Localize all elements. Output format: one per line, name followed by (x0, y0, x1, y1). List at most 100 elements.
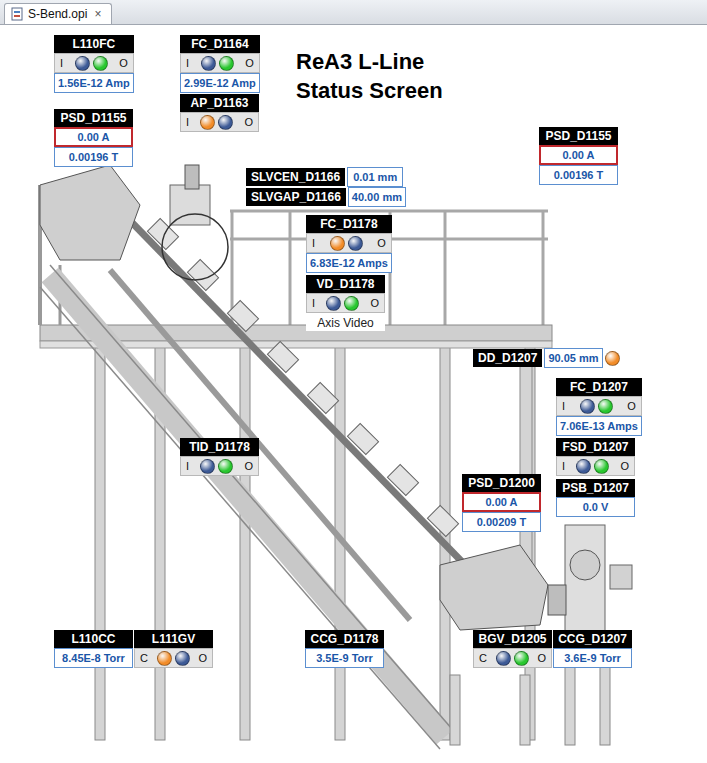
toggle-left-label[interactable]: C (479, 652, 487, 664)
status-lamp-icon (200, 459, 215, 474)
pv-value: 2.99E-12 Amp (180, 73, 260, 93)
pv-widget: FC_D1164IO2.99E-12 Amp (180, 35, 260, 93)
pv-label: L110CC (54, 630, 133, 648)
pv-value: 0.00 A (539, 145, 618, 165)
status-lamp-icon (594, 459, 609, 474)
pv-widget: PSD_D11550.00 A0.00196 T (54, 109, 133, 167)
pv-value: 1.56E-12 Amp (54, 73, 134, 93)
pv-widget: PSB_D12070.0 V (556, 479, 635, 517)
toggle-left-label[interactable]: I (186, 57, 189, 69)
pv-value: 0.00196 T (539, 165, 618, 185)
pv-value: 0.00209 T (462, 512, 541, 532)
inline-readback: SLVCEN_D11660.01 mm (246, 167, 403, 187)
pv-label: DD_D1207 (473, 349, 542, 367)
toggle-right-label[interactable]: O (370, 297, 379, 309)
pv-label: VD_D1178 (306, 275, 385, 293)
pv-value: 90.05 mm (544, 348, 602, 368)
pv-label: FSD_D1207 (556, 438, 635, 456)
pv-widget: L111GVCO (134, 630, 213, 668)
toggle-control[interactable]: IO (54, 53, 134, 73)
pv-value: 0.00 A (462, 492, 541, 512)
pv-value: 8.45E-8 Torr (54, 648, 133, 668)
toggle-control[interactable]: IO (556, 396, 642, 416)
status-lamp-icon (93, 56, 108, 71)
pv-value: 7.06E-13 Amps (556, 416, 642, 436)
toggle-control[interactable]: IO (556, 456, 635, 476)
video-caption[interactable]: Axis Video (306, 313, 385, 331)
status-lamp-icon (605, 351, 620, 366)
beam-pipe-icon (110, 165, 470, 570)
pv-label: L111GV (134, 630, 213, 648)
close-tab-button[interactable]: × (92, 7, 103, 21)
pv-value: 40.00 mm (348, 187, 406, 207)
status-lamp-icon (218, 115, 233, 130)
pv-label: TID_D1178 (180, 438, 259, 456)
tab-label: S-Bend.opi (28, 7, 87, 21)
inline-readback: SLVGAP_D116640.00 mm (246, 187, 406, 207)
pv-widget: CCG_D12073.6E-9 Torr (553, 630, 632, 668)
status-lamp-icon (344, 296, 359, 311)
toggle-left-label[interactable]: C (140, 652, 148, 664)
pv-label: BGV_D1205 (473, 630, 552, 648)
status-lamps (200, 115, 233, 130)
display-canvas: ReA3 L-LineStatus ScreenL110FCIO1.56E-12… (0, 25, 707, 763)
toggle-control[interactable]: IO (306, 293, 385, 313)
toggle-right-label[interactable]: O (119, 57, 128, 69)
status-lamp-icon (201, 56, 216, 71)
chamber-icon (548, 525, 632, 640)
toggle-left-label[interactable]: I (562, 460, 565, 472)
toggle-left-label[interactable]: I (312, 297, 315, 309)
pv-widget: CCG_D11783.5E-9 Torr (305, 630, 384, 668)
status-lamp-icon (75, 56, 90, 71)
pv-widget: PSD_D12000.00 A0.00209 T (462, 474, 541, 532)
status-lamp-icon (326, 296, 341, 311)
status-lamp-icon (576, 459, 591, 474)
pv-label: PSD_D1155 (539, 127, 618, 145)
pv-widget: L110FCIO1.56E-12 Amp (54, 35, 134, 93)
toggle-control[interactable]: IO (180, 112, 259, 132)
toggle-control[interactable]: IO (306, 233, 392, 253)
toggle-control[interactable]: CO (134, 648, 213, 668)
toggle-left-label[interactable]: I (60, 57, 63, 69)
toggle-control[interactable]: IO (180, 456, 259, 476)
toggle-left-label[interactable]: I (186, 116, 189, 128)
pv-widget: PSD_D11550.00 A0.00196 T (539, 127, 618, 185)
editor-tab[interactable]: S-Bend.opi × (4, 3, 112, 24)
toggle-left-label[interactable]: I (186, 460, 189, 472)
opi-window: S-Bend.opi×ReA3 L-LineStatus ScreenL110F… (0, 0, 707, 763)
toggle-left-label[interactable]: I (562, 400, 565, 412)
pv-widget: VD_D1178IOAxis Video (306, 275, 385, 331)
pv-value: 0.01 mm (347, 167, 403, 187)
toggle-right-label[interactable]: O (537, 652, 546, 664)
pv-widget: TID_D1178IO (180, 438, 259, 476)
toggle-right-label[interactable]: O (627, 400, 636, 412)
pv-value: 0.00 A (54, 127, 133, 147)
toggle-right-label[interactable]: O (245, 57, 254, 69)
toggle-control[interactable]: IO (180, 53, 260, 73)
pv-label: SLVCEN_D1166 (246, 168, 345, 186)
pv-value: 0.0 V (556, 497, 635, 517)
toggle-right-label[interactable]: O (244, 460, 253, 472)
pv-label: PSB_D1207 (556, 479, 635, 497)
pv-label: FC_D1207 (556, 378, 642, 396)
toggle-right-label[interactable]: O (377, 237, 386, 249)
status-lamps (326, 296, 359, 311)
toggle-right-label[interactable]: O (244, 116, 253, 128)
pv-label: FC_D1164 (180, 35, 260, 53)
toggle-right-label[interactable]: O (620, 460, 629, 472)
status-lamp-icon (330, 236, 345, 251)
toggle-right-label[interactable]: O (198, 652, 207, 664)
toggle-control[interactable]: CO (473, 648, 552, 668)
pv-value: 3.6E-9 Torr (553, 648, 632, 668)
pv-label: L110FC (54, 35, 134, 53)
toggle-left-label[interactable]: I (312, 237, 315, 249)
pv-widget: AP_D1163IO (180, 94, 259, 132)
pv-label: AP_D1163 (180, 94, 259, 112)
status-lamps (75, 56, 108, 71)
status-lamp-icon (200, 115, 215, 130)
pv-value: 6.83E-12 Amps (306, 253, 392, 273)
pv-value: 0.00196 T (54, 147, 133, 167)
inline-readback: DD_D120790.05 mm (473, 348, 620, 368)
status-lamps (580, 399, 613, 414)
status-lamp-icon (598, 399, 613, 414)
